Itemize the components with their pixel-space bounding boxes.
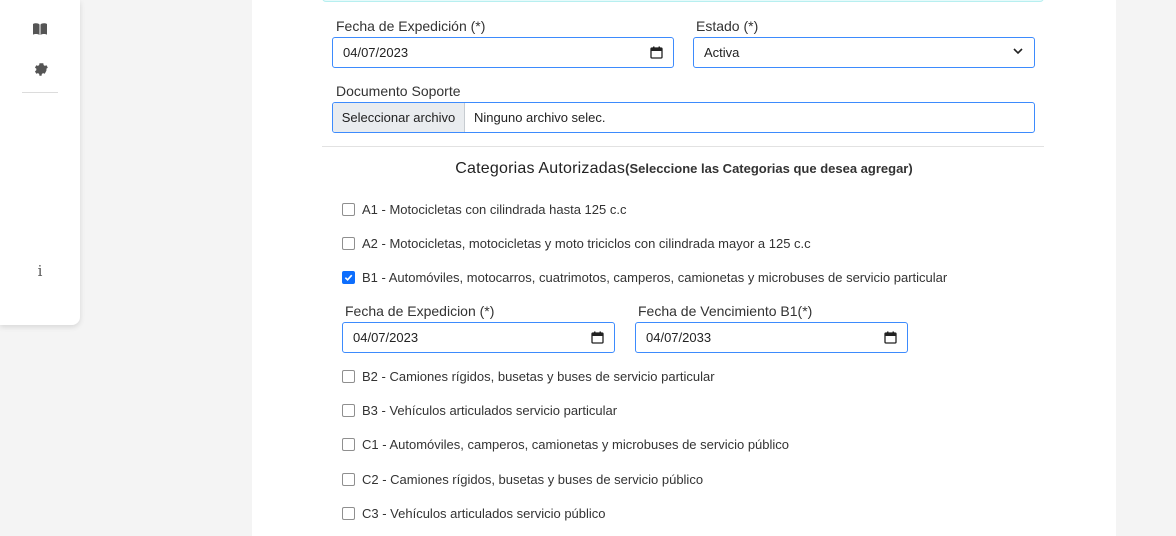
b1-expedicion-value: 04/07/2023: [353, 330, 419, 345]
category-b1-checkbox[interactable]: [342, 271, 355, 284]
b1-expedicion-label: Fecha de Expedicion (*): [345, 303, 495, 319]
b1-vencimiento-value: 04/07/2033: [646, 330, 712, 345]
estado-value: Activa: [704, 45, 740, 60]
category-b1[interactable]: B1 - Automóviles, motocarros, cuatrimoto…: [342, 270, 947, 285]
category-c1-checkbox[interactable]: [342, 438, 355, 451]
category-b2[interactable]: B2 - Camiones rígidos, busetas y buses d…: [342, 369, 715, 384]
estado-label: Estado (*): [696, 18, 759, 34]
file-status: Ninguno archivo selec.: [474, 110, 606, 125]
category-a1-checkbox[interactable]: [342, 203, 355, 216]
seleccionar-archivo-button[interactable]: Seleccionar archivo: [333, 103, 465, 132]
calendar-icon[interactable]: [649, 46, 663, 60]
category-c1-label: C1 - Automóviles, camperos, camionetas y…: [362, 437, 790, 452]
category-a2-checkbox[interactable]: [342, 237, 355, 250]
category-b2-checkbox[interactable]: [342, 370, 355, 383]
category-c3-label: C3 - Vehículos articulados servicio públ…: [362, 506, 606, 521]
category-c3-checkbox[interactable]: [342, 507, 355, 520]
category-b1-label: B1 - Automóviles, motocarros, cuatrimoto…: [362, 270, 948, 285]
sidebar-divider: [22, 92, 58, 93]
category-a2[interactable]: A2 - Motocicletas, motocicletas y moto t…: [342, 236, 811, 251]
category-c2-label: C2 - Camiones rígidos, busetas y buses d…: [362, 472, 704, 487]
category-b2-label: B2 - Camiones rígidos, busetas y buses d…: [362, 369, 715, 384]
info-icon[interactable]: i: [30, 261, 50, 281]
category-c2[interactable]: C2 - Camiones rígidos, busetas y buses d…: [342, 472, 703, 487]
fecha-expedicion-label: Fecha de Expedición (*): [336, 18, 486, 34]
fecha-expedicion-input[interactable]: 04/07/2023: [332, 37, 674, 68]
info-alert: [322, 0, 1044, 2]
category-b3-checkbox[interactable]: [342, 404, 355, 417]
category-c3[interactable]: C3 - Vehículos articulados servicio públ…: [342, 506, 606, 521]
category-a1-label: A1 - Motocicletas con cilindrada hasta 1…: [362, 202, 627, 217]
category-a2-label: A2 - Motocicletas, motocicletas y moto t…: [362, 236, 811, 251]
documento-label: Documento Soporte: [336, 83, 461, 99]
sidebar: i: [0, 0, 80, 325]
category-c1[interactable]: C1 - Automóviles, camperos, camionetas y…: [342, 437, 789, 452]
checkmark-icon: [344, 274, 353, 282]
calendar-icon[interactable]: [883, 331, 897, 345]
gear-icon[interactable]: [30, 59, 50, 79]
info-glyph: i: [37, 262, 43, 280]
b1-expedicion-input[interactable]: 04/07/2023: [342, 322, 615, 353]
chevron-down-icon: [1012, 45, 1024, 60]
categories-title: Categorias Autorizadas: [455, 160, 626, 177]
categories-subtitle: (Seleccione las Categorias que desea agr…: [625, 161, 913, 176]
book-icon[interactable]: [30, 19, 50, 39]
main-form-card: Fecha de Expedición (*) 04/07/2023 Estad…: [252, 0, 1116, 536]
category-b3[interactable]: B3 - Vehículos articulados servicio part…: [342, 403, 617, 418]
documento-file-input[interactable]: Seleccionar archivo Ninguno archivo sele…: [332, 102, 1035, 133]
section-divider: [322, 146, 1044, 147]
category-c2-checkbox[interactable]: [342, 473, 355, 486]
categories-heading: Categorias Autorizadas(Seleccione las Ca…: [252, 160, 1116, 178]
b1-vencimiento-label: Fecha de Vencimiento B1(*): [638, 303, 813, 319]
b1-vencimiento-input[interactable]: 04/07/2033: [635, 322, 908, 353]
category-b3-label: B3 - Vehículos articulados servicio part…: [362, 403, 618, 418]
calendar-icon[interactable]: [590, 331, 604, 345]
category-a1[interactable]: A1 - Motocicletas con cilindrada hasta 1…: [342, 202, 626, 217]
fecha-expedicion-value: 04/07/2023: [343, 45, 409, 60]
estado-select[interactable]: Activa: [693, 37, 1035, 68]
